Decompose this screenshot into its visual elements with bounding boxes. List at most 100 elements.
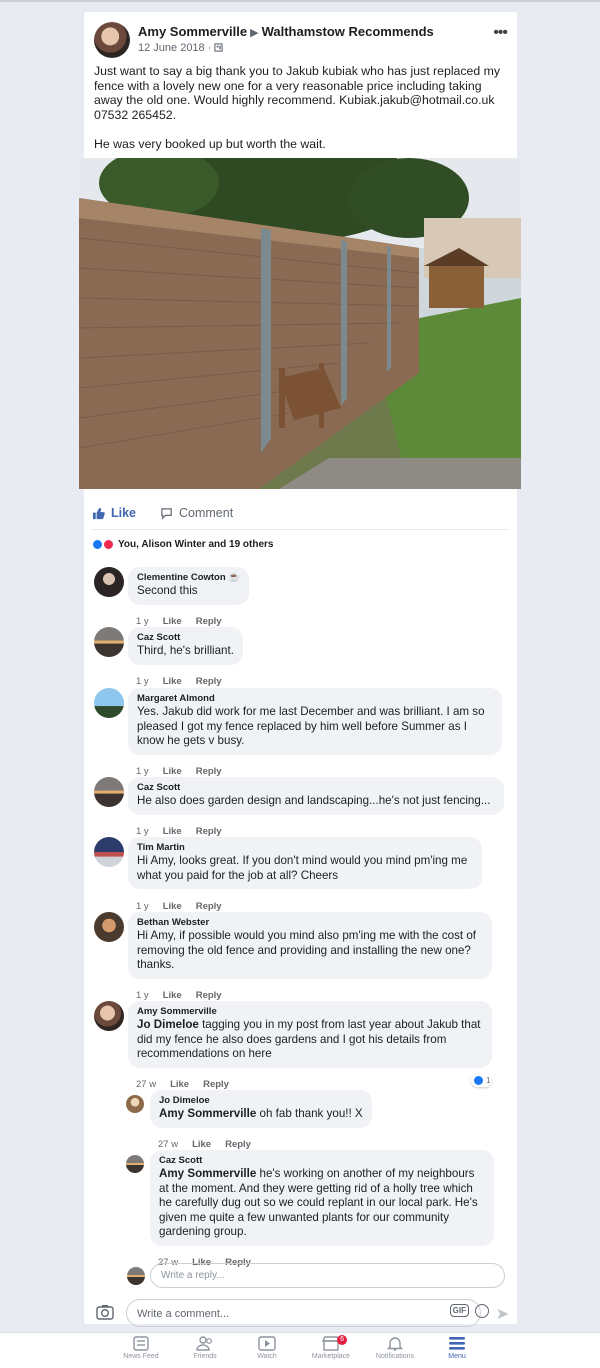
comment-like-link[interactable]: Like — [163, 990, 182, 1001]
send-icon[interactable]: ➤ — [496, 1304, 509, 1324]
comment-button[interactable]: Comment — [160, 506, 233, 520]
replier-avatar[interactable] — [126, 1095, 144, 1113]
comment-reply-link[interactable]: Reply — [196, 901, 222, 912]
comment-input[interactable]: Write a comment... — [126, 1299, 481, 1327]
comment-reply-link[interactable]: Reply — [196, 616, 222, 627]
commenter-avatar[interactable] — [94, 627, 124, 657]
menu-icon — [449, 1337, 465, 1350]
top-divider — [0, 0, 600, 2]
comment-like-link[interactable]: Like — [163, 826, 182, 837]
reaction-summary[interactable]: You, Alison Winter and 19 others — [92, 539, 273, 550]
comment-bubble: Margaret Almond Yes. Jakub did work for … — [128, 688, 502, 755]
comment-like-link[interactable]: Like — [163, 676, 182, 687]
love-reaction-icon — [103, 539, 114, 550]
comment-label: Comment — [179, 506, 234, 520]
comment-time: 1 y — [136, 990, 149, 1001]
post-text: Just want to say a big thank you to Jaku… — [94, 64, 501, 151]
news-feed-icon — [133, 1336, 149, 1351]
reply-time: 27 w — [158, 1139, 179, 1150]
comment-text: He also does garden design and landscapi… — [137, 794, 491, 807]
replier-avatar[interactable] — [126, 1155, 144, 1173]
reactions-text: You, Alison Winter and 19 others — [118, 539, 274, 550]
comment-meta: 1 y Like Reply — [136, 676, 236, 687]
camera-icon[interactable] — [96, 1304, 114, 1320]
comment-reply-link[interactable]: Reply — [203, 1079, 229, 1090]
reply-bubble: Caz Scott Amy Sommerville he's working o… — [150, 1150, 494, 1246]
coffee-icon: ☕ — [228, 572, 241, 583]
comment-time: 1 y — [136, 766, 149, 777]
author-line: Amy Sommerville ▶ Walthamstow Recommends — [138, 24, 434, 39]
commenter-avatar[interactable] — [94, 688, 124, 718]
post-date[interactable]: 12 June 2018 — [138, 42, 205, 54]
comment-time: 1 y — [136, 616, 149, 627]
comment-like-link[interactable]: Like — [163, 766, 182, 777]
commenter-name[interactable]: Bethan Webster — [137, 917, 483, 929]
tagged-user[interactable]: Amy Sommerville — [159, 1107, 256, 1120]
replier-name[interactable]: Jo Dimeloe — [159, 1095, 363, 1107]
post-header: Amy Sommerville ▶ Walthamstow Recommends 1… — [94, 22, 508, 58]
comment-bubble: Clementine Cowton ☕ Second this — [128, 567, 250, 605]
commenter-name[interactable]: Caz Scott — [137, 632, 234, 644]
tagged-user[interactable]: Jo Dimeloe — [137, 1018, 199, 1031]
gif-button[interactable]: GIF — [449, 1304, 469, 1317]
comment-reaction-count[interactable]: 1 — [471, 1074, 493, 1087]
comment-like-link[interactable]: Like — [170, 1079, 189, 1090]
reply-text: Amy Sommerville he's working on another … — [159, 1167, 478, 1238]
my-reply-avatar — [127, 1267, 145, 1285]
comment-meta: 1 y Like Reply — [136, 826, 236, 837]
like-label: Like — [111, 506, 137, 520]
commenter-name[interactable]: Amy Sommerville — [137, 1006, 483, 1018]
commenter-name[interactable]: Tim Martin — [137, 842, 473, 854]
group-privacy-icon — [214, 43, 224, 52]
commenter-name[interactable]: Caz Scott — [137, 782, 495, 794]
comment-reply-link[interactable]: Reply — [196, 766, 222, 777]
commenter-name[interactable]: Margaret Almond — [137, 693, 493, 705]
comment-meta: 1 y Like Reply — [136, 766, 236, 777]
post-card: Amy Sommerville ▶ Walthamstow Recommends 1… — [79, 12, 521, 1324]
commenter-avatar[interactable] — [94, 912, 124, 942]
comment-text: Third, he's brilliant. — [137, 644, 234, 657]
marketplace-badge: 6 — [337, 1335, 347, 1345]
comment-meta: 27 w Like Reply — [136, 1079, 243, 1090]
commenter-avatar[interactable] — [94, 1001, 124, 1031]
tab-news-feed[interactable]: News Feed — [111, 1336, 171, 1360]
comment-reply-link[interactable]: Reply — [196, 826, 222, 837]
comment-reply-link[interactable]: Reply — [196, 990, 222, 1001]
comment-time: 1 y — [136, 676, 149, 687]
like-button[interactable]: Like — [92, 506, 136, 520]
tab-menu[interactable]: Menu — [427, 1336, 487, 1360]
reply-text: Amy Sommerville oh fab thank you!! X — [159, 1107, 363, 1120]
post-meta: 12 June 2018 · — [138, 42, 224, 54]
tab-friends[interactable]: Friends — [175, 1336, 235, 1360]
comment-like-link[interactable]: Like — [163, 616, 182, 627]
commenter-avatar[interactable] — [94, 567, 124, 597]
comment-composer: Write a comment... GIF ➤ — [84, 1296, 517, 1330]
tagged-user[interactable]: Amy Sommerville — [159, 1167, 256, 1180]
tab-notifications[interactable]: Notifications — [365, 1336, 425, 1360]
more-options-icon[interactable]: ••• — [493, 24, 508, 42]
tab-watch[interactable]: Watch — [237, 1336, 297, 1360]
reply-like-link[interactable]: Like — [192, 1139, 211, 1150]
group-name[interactable]: Walthamstow Recommends — [262, 24, 434, 39]
author-name[interactable]: Amy Sommerville — [138, 24, 247, 39]
commenter-avatar[interactable] — [94, 837, 124, 867]
comment-bubble: Caz Scott He also does garden design and… — [128, 777, 504, 815]
thumbs-up-icon — [92, 507, 105, 519]
comment-meta: 1 y Like Reply — [136, 616, 236, 627]
tab-marketplace[interactable]: Marketplace 6 — [301, 1335, 361, 1360]
emoji-icon[interactable] — [475, 1304, 489, 1318]
fence-garden-image — [79, 158, 521, 489]
comment-bubble: Amy Sommerville Jo Dimeloe tagging you i… — [128, 1001, 492, 1068]
reply-reply-link[interactable]: Reply — [225, 1139, 251, 1150]
post-photo[interactable] — [79, 158, 521, 489]
author-avatar[interactable] — [94, 22, 130, 58]
commenter-name[interactable]: Clementine Cowton ☕ — [137, 572, 240, 584]
comment-reply-link[interactable]: Reply — [196, 676, 222, 687]
comment-like-link[interactable]: Like — [163, 901, 182, 912]
comment-text: Hi Amy, looks great. If you don't mind w… — [137, 854, 468, 882]
replier-name[interactable]: Caz Scott — [159, 1155, 485, 1167]
reply-input[interactable]: Write a reply... — [150, 1263, 505, 1288]
comment-meta: 1 y Like Reply — [136, 990, 236, 1001]
like-reaction-icon — [473, 1075, 484, 1086]
commenter-avatar[interactable] — [94, 777, 124, 807]
